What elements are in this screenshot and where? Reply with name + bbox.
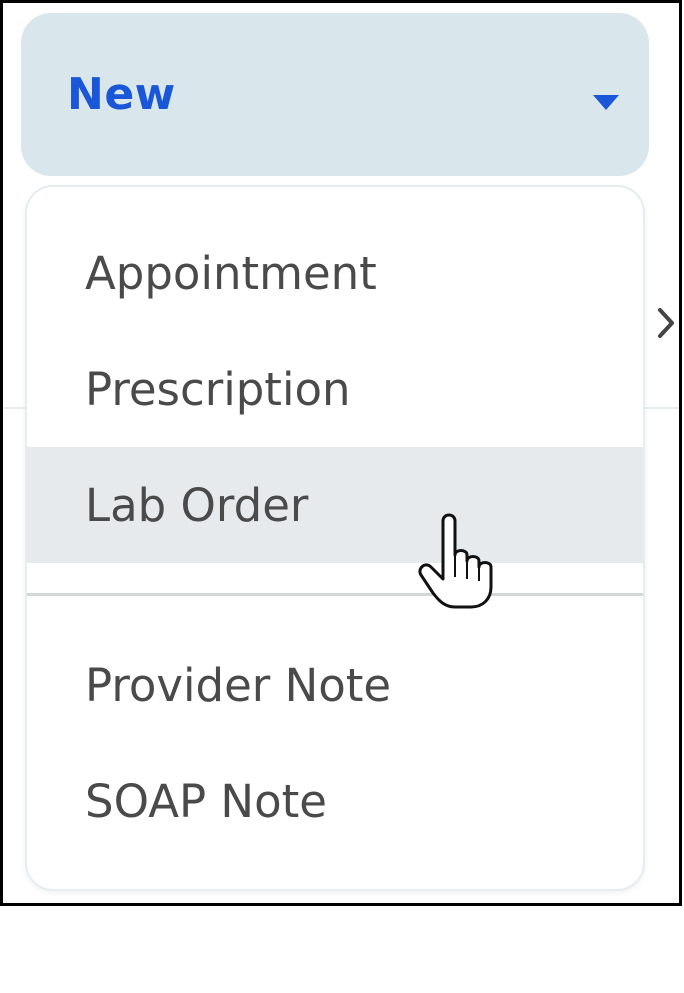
- menu-item-prescription[interactable]: Prescription: [27, 331, 643, 447]
- menu-item-soap-note[interactable]: SOAP Note: [27, 743, 643, 859]
- menu-divider: [27, 593, 643, 596]
- new-button-label: New: [67, 69, 176, 120]
- menu-item-label: Provider Note: [85, 658, 392, 712]
- new-dropdown-button[interactable]: New: [21, 13, 649, 176]
- hand-pointer-icon: [413, 503, 509, 613]
- menu-item-provider-note[interactable]: Provider Note: [27, 627, 643, 743]
- menu-item-label: Lab Order: [85, 478, 309, 532]
- chevron-right-icon[interactable]: [651, 303, 679, 343]
- caret-down-icon: [593, 95, 619, 110]
- menu-item-label: SOAP Note: [85, 774, 327, 828]
- menu-item-label: Prescription: [85, 362, 351, 416]
- menu-item-appointment[interactable]: Appointment: [27, 215, 643, 331]
- new-dropdown-menu: Appointment Prescription Lab Order Provi…: [25, 185, 645, 891]
- menu-item-lab-order[interactable]: Lab Order: [27, 447, 643, 563]
- menu-item-label: Appointment: [85, 246, 377, 300]
- screenshot-frame: New Appointment Prescription Lab Order P…: [0, 0, 682, 906]
